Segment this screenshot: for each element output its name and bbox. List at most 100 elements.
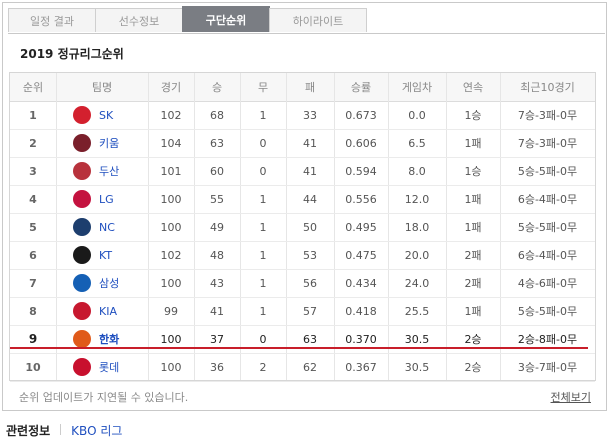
- cell-last-10: 7승-3패-0무: [517, 137, 578, 150]
- team-logo-icon[interactable]: [73, 330, 91, 348]
- cell-losses: 56: [303, 276, 317, 290]
- col-header-games-behind: 게임차: [401, 81, 433, 94]
- cell-win-pct: 0.434: [345, 276, 377, 290]
- team-logo-icon[interactable]: [73, 302, 91, 320]
- cell-losses: 41: [303, 136, 317, 150]
- cell-draws: 1: [259, 108, 267, 122]
- cell-draws: 1: [259, 192, 267, 206]
- cell-losses: 53: [303, 248, 317, 262]
- cell-win-pct: 0.418: [345, 304, 377, 318]
- cell-rank: 6: [29, 248, 37, 262]
- tab-3[interactable]: 구단순위: [182, 6, 270, 32]
- cell-win-pct: 0.367: [345, 360, 377, 374]
- related-label: 관련정보: [6, 424, 51, 438]
- team-name-link[interactable]: KIA: [99, 305, 117, 318]
- table-row: 9 한화 100 37 0 63 0.370 30.5 2승 2승-8패-0무: [10, 325, 595, 354]
- cell-games: 100: [160, 192, 182, 206]
- table-row: 5 NC 100 49 1 50 0.495 18.0 1패 5승-5패-0무: [10, 213, 595, 242]
- cell-wins: 48: [210, 248, 224, 262]
- cell-losses: 57: [303, 304, 317, 318]
- cell-losses: 62: [303, 360, 317, 374]
- team-logo-icon[interactable]: [73, 134, 91, 152]
- team-cell: KIA: [56, 297, 148, 325]
- cell-rank: 8: [29, 304, 37, 318]
- cell-games-behind: 24.0: [404, 276, 430, 290]
- col-header-draws: 무: [257, 81, 269, 94]
- team-logo-icon[interactable]: [73, 358, 91, 376]
- cell-games-behind: 20.0: [404, 248, 430, 262]
- cell-wins: 49: [210, 220, 224, 234]
- table-row: 4 LG 100 55 1 44 0.556 12.0 1패 6승-4패-0무: [10, 185, 595, 214]
- cell-games-behind: 30.5: [404, 360, 430, 374]
- standings-table: 순위 팀명 경기 승 무 패 승률 게임차 연속 최근10경기 1 SK 102 68 1 33 0.673 0…: [9, 72, 596, 382]
- tab-4[interactable]: 하이라이트: [269, 8, 367, 32]
- tab-1[interactable]: 일정 결과: [8, 8, 96, 32]
- section-title: 2019 정규리그순위: [20, 47, 124, 61]
- cell-last-10: 3승-7패-0무: [517, 361, 578, 374]
- cell-rank: 5: [29, 220, 37, 234]
- cell-last-10: 5승-5패-0무: [517, 305, 578, 318]
- cell-streak: 2패: [464, 277, 482, 290]
- cell-streak: 1패: [464, 193, 482, 206]
- col-header-games: 경기: [160, 81, 182, 94]
- related-info: 관련정보 KBO 리그: [6, 422, 122, 439]
- team-logo-icon[interactable]: [73, 190, 91, 208]
- team-name-link[interactable]: 롯데: [99, 359, 119, 375]
- col-header-win-pct: 승률: [350, 81, 372, 94]
- cell-draws: 0: [259, 136, 267, 150]
- tab-2[interactable]: 선수정보: [95, 8, 183, 32]
- cell-draws: 2: [259, 360, 267, 374]
- cell-last-10: 4승-6패-0무: [517, 277, 578, 290]
- cell-games-behind: 6.5: [408, 136, 426, 150]
- divider: [60, 424, 62, 435]
- table-row: 10 롯데 100 36 2 62 0.367 30.5 2승 3승-7패-0무: [10, 353, 595, 382]
- cell-wins: 36: [210, 360, 224, 374]
- team-name-link[interactable]: 삼성: [99, 275, 119, 291]
- kbo-league-link[interactable]: KBO 리그: [71, 422, 122, 439]
- team-logo-icon[interactable]: [73, 106, 91, 124]
- cell-last-10: 6승-4패-0무: [517, 249, 578, 262]
- col-header-losses: 패: [304, 81, 316, 94]
- cell-rank: 3: [29, 164, 37, 178]
- team-name-link[interactable]: SK: [99, 109, 113, 122]
- team-logo-icon[interactable]: [73, 274, 91, 292]
- cell-games: 100: [160, 360, 182, 374]
- team-name-link[interactable]: 키움: [99, 135, 119, 151]
- tab-divider: [8, 33, 605, 34]
- cell-games-behind: 8.0: [408, 164, 426, 178]
- cell-last-10: 7승-3패-0무: [517, 109, 578, 122]
- team-cell: SK: [56, 101, 148, 129]
- team-logo-icon[interactable]: [73, 162, 91, 180]
- cell-draws: 0: [259, 164, 267, 178]
- team-logo-icon[interactable]: [73, 218, 91, 236]
- cell-games: 102: [160, 248, 182, 262]
- team-name-link[interactable]: NC: [99, 221, 115, 234]
- cell-games: 101: [160, 164, 182, 178]
- team-name-link[interactable]: 두산: [99, 163, 119, 179]
- cell-rank: 10: [25, 360, 41, 374]
- highlight-divider: [10, 347, 588, 349]
- cell-win-pct: 0.594: [345, 164, 377, 178]
- view-all-link[interactable]: 전체보기: [551, 389, 591, 405]
- cell-win-pct: 0.606: [345, 136, 377, 150]
- cell-streak: 1패: [464, 137, 482, 150]
- table-row: 3 두산 101 60 0 41 0.594 8.0 1승 5승-5패-0무: [10, 157, 595, 186]
- cell-games: 100: [160, 220, 182, 234]
- cell-games: 104: [160, 136, 182, 150]
- team-logo-icon[interactable]: [73, 246, 91, 264]
- cell-games-behind: 25.5: [404, 304, 430, 318]
- cell-wins: 68: [210, 108, 224, 122]
- cell-streak: 2승: [464, 361, 482, 374]
- team-name-link[interactable]: LG: [99, 193, 114, 206]
- cell-draws: 1: [259, 220, 267, 234]
- team-name-link[interactable]: 한화: [99, 331, 119, 347]
- cell-last-10: 6승-4패-0무: [517, 193, 578, 206]
- cell-win-pct: 0.673: [345, 108, 377, 122]
- col-header-last-10: 최근10경기: [520, 81, 575, 94]
- cell-wins: 60: [210, 164, 224, 178]
- cell-rank: 7: [29, 276, 37, 290]
- cell-games-behind: 18.0: [404, 220, 430, 234]
- team-name-link[interactable]: KT: [99, 249, 112, 262]
- cell-rank: 4: [29, 192, 37, 206]
- cell-games: 99: [164, 304, 178, 318]
